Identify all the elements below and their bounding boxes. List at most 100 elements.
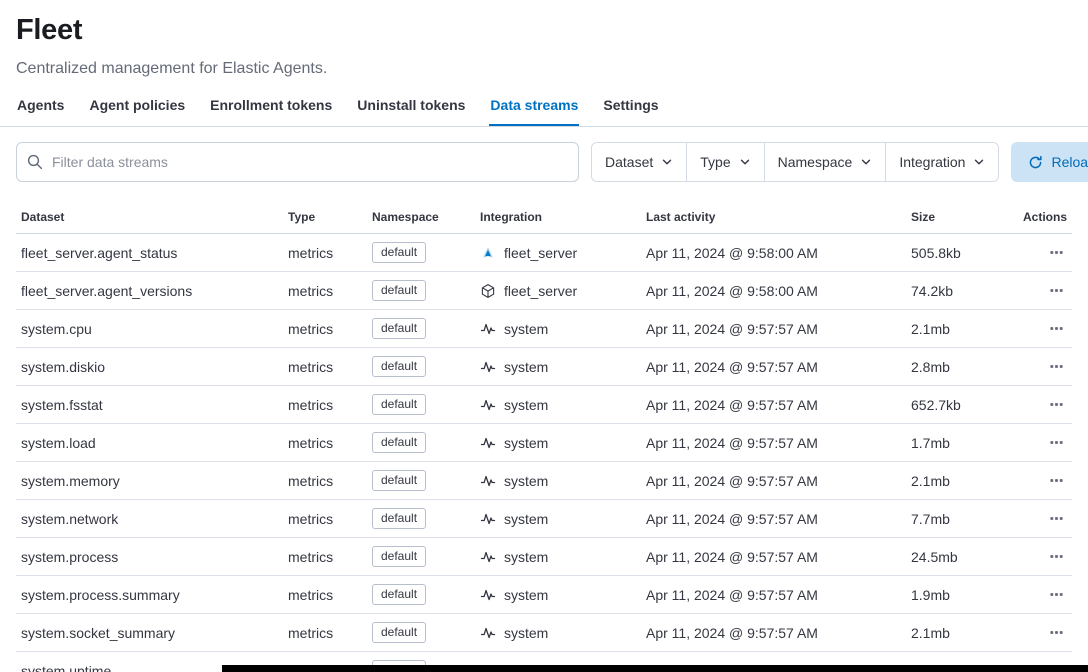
table-row: fleet_server.agent_versionsmetricsdefaul…: [16, 272, 1072, 310]
row-actions-button[interactable]: [1049, 547, 1064, 564]
integration-label: system: [504, 359, 548, 375]
column-header-dataset: Dataset: [16, 200, 280, 234]
size-cell: 2.1mb: [903, 310, 1015, 348]
type-cell: metrics: [280, 538, 364, 576]
chevron-down-icon: [661, 156, 673, 168]
actions-cell: [1015, 538, 1072, 576]
dataset-cell: fleet_server.agent_status: [16, 234, 280, 272]
row-actions-button[interactable]: [1049, 281, 1064, 298]
column-header-size: Size: [903, 200, 1015, 234]
tab-agent-policies[interactable]: Agent policies: [88, 89, 186, 126]
filter-dropdown-dataset[interactable]: Dataset: [592, 143, 687, 181]
row-actions-button[interactable]: [1049, 395, 1064, 412]
row-actions-button[interactable]: [1049, 509, 1064, 526]
integration-cell: system: [472, 348, 638, 386]
namespace-cell: default: [364, 614, 472, 652]
tab-enrollment-tokens[interactable]: Enrollment tokens: [209, 89, 333, 126]
package-icon: [480, 283, 496, 299]
last-activity-cell: Apr 11, 2024 @ 9:58:00 AM: [638, 234, 903, 272]
row-actions-button[interactable]: [1049, 623, 1064, 640]
namespace-cell: default: [364, 348, 472, 386]
type-cell: metrics: [280, 310, 364, 348]
dataset-cell: system.load: [16, 424, 280, 462]
refresh-icon: [1028, 155, 1043, 170]
row-actions-button[interactable]: [1049, 433, 1064, 450]
integration-cell: system: [472, 614, 638, 652]
filter-dropdown-label: Integration: [899, 154, 965, 170]
system-icon: [480, 549, 496, 565]
system-icon: [480, 473, 496, 489]
tab-data-streams[interactable]: Data streams: [489, 89, 579, 126]
integration-label: system: [504, 321, 548, 337]
size-cell: 24.5mb: [903, 538, 1015, 576]
tab-bar: Agents Agent policies Enrollment tokens Uni…: [0, 89, 1088, 127]
chevron-down-icon: [973, 156, 985, 168]
table-row: system.diskiometricsdefaultsystemApr 11,…: [16, 348, 1072, 386]
dataset-cell: system.fsstat: [16, 386, 280, 424]
size-cell: 652.7kb: [903, 386, 1015, 424]
table-row: system.processmetricsdefaultsystemApr 11…: [16, 538, 1072, 576]
row-actions-button[interactable]: [1049, 243, 1064, 260]
dataset-cell: system.process: [16, 538, 280, 576]
row-actions-button[interactable]: [1049, 319, 1064, 336]
last-activity-cell: Apr 11, 2024 @ 9:57:57 AM: [638, 386, 903, 424]
table-row: system.socket_summarymetricsdefaultsyste…: [16, 614, 1072, 652]
screen-edge-artifact: [222, 665, 1088, 672]
last-activity-cell: Apr 11, 2024 @ 9:57:57 AM: [638, 348, 903, 386]
last-activity-cell: Apr 11, 2024 @ 9:57:57 AM: [638, 424, 903, 462]
search-input[interactable]: [16, 142, 579, 182]
boxes-horizontal-icon: [1049, 324, 1064, 339]
last-activity-cell: Apr 11, 2024 @ 9:57:57 AM: [638, 500, 903, 538]
size-cell: 7.7mb: [903, 500, 1015, 538]
dataset-cell: fleet_server.agent_versions: [16, 272, 280, 310]
type-cell: metrics: [280, 614, 364, 652]
boxes-horizontal-icon: [1049, 362, 1064, 377]
reload-button[interactable]: Reload: [1011, 142, 1088, 182]
column-header-actions: Actions: [1015, 200, 1072, 234]
namespace-badge: default: [372, 280, 426, 301]
filter-dropdown-type[interactable]: Type: [687, 143, 764, 181]
namespace-badge: default: [372, 432, 426, 453]
size-cell: 2.8mb: [903, 348, 1015, 386]
integration-cell: fleet_server: [472, 234, 638, 272]
namespace-cell: default: [364, 386, 472, 424]
tab-agents[interactable]: Agents: [16, 89, 65, 126]
chevron-down-icon: [860, 156, 872, 168]
boxes-horizontal-icon: [1049, 590, 1064, 605]
integration-cell: system: [472, 424, 638, 462]
last-activity-cell: Apr 11, 2024 @ 9:57:57 AM: [638, 462, 903, 500]
tab-uninstall-tokens[interactable]: Uninstall tokens: [356, 89, 466, 126]
integration-cell: system: [472, 462, 638, 500]
row-actions-button[interactable]: [1049, 471, 1064, 488]
integration-cell: system: [472, 538, 638, 576]
system-icon: [480, 625, 496, 641]
namespace-cell: default: [364, 234, 472, 272]
actions-cell: [1015, 462, 1072, 500]
namespace-badge: default: [372, 318, 426, 339]
filter-dropdown-integration[interactable]: Integration: [886, 143, 998, 181]
last-activity-cell: Apr 11, 2024 @ 9:57:57 AM: [638, 538, 903, 576]
column-header-type: Type: [280, 200, 364, 234]
row-actions-button[interactable]: [1049, 585, 1064, 602]
integration-label: system: [504, 511, 548, 527]
row-actions-button[interactable]: [1049, 357, 1064, 374]
actions-cell: [1015, 310, 1072, 348]
filter-dropdown-namespace[interactable]: Namespace: [765, 143, 887, 181]
boxes-horizontal-icon: [1049, 438, 1064, 453]
reload-label: Reload: [1051, 154, 1088, 170]
dataset-cell: system.process.summary: [16, 576, 280, 614]
table-row: system.process.summarymetricsdefaultsyst…: [16, 576, 1072, 614]
filter-group: DatasetType Namespace Integration: [591, 142, 999, 182]
type-cell: metrics: [280, 348, 364, 386]
size-cell: 1.7mb: [903, 424, 1015, 462]
search-box: [16, 142, 579, 182]
page-subtitle: Centralized management for Elastic Agent…: [16, 60, 1072, 78]
tab-settings[interactable]: Settings: [602, 89, 659, 126]
data-streams-table: DatasetTypeNamespaceIntegrationLast acti…: [16, 200, 1072, 672]
dataset-cell: system.socket_summary: [16, 614, 280, 652]
boxes-horizontal-icon: [1049, 514, 1064, 529]
filter-dropdown-label: Namespace: [778, 154, 853, 170]
table-row: system.memorymetricsdefaultsystemApr 11,…: [16, 462, 1072, 500]
namespace-cell: default: [364, 538, 472, 576]
search-icon: [27, 154, 43, 170]
